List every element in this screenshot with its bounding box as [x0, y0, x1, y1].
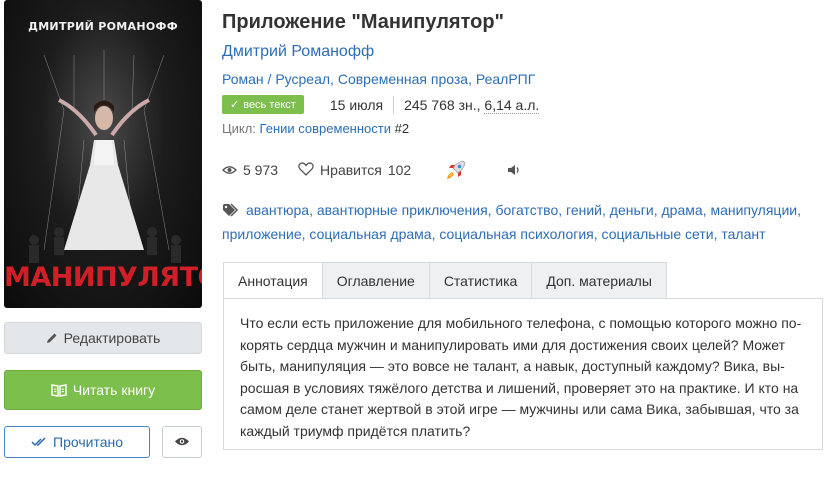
tab-contents[interactable]: Оглавление: [322, 262, 430, 299]
cycle-link[interactable]: Гении современности: [260, 121, 391, 136]
book-tabs: Аннотация Оглавление Статистика Доп. мат…: [223, 262, 667, 299]
tag-link[interactable]: гений: [566, 202, 602, 218]
genre-link[interactable]: Роман: [222, 71, 264, 87]
cycle-info: Цикл: Гении современности #2: [222, 121, 409, 136]
pencil-icon: [46, 332, 58, 344]
annotation-panel: Что если есть приложение для мобильного …: [223, 298, 823, 450]
genre-link[interactable]: РеалРПГ: [476, 71, 535, 87]
tag-link[interactable]: манипуляции: [710, 202, 797, 218]
views-count: 5 973: [243, 162, 279, 178]
edit-button[interactable]: Редактировать: [4, 322, 202, 354]
author-link[interactable]: Дмитрий Романофф: [222, 43, 374, 61]
tag-link[interactable]: авантюра: [246, 202, 309, 218]
cycle-number: #2: [394, 121, 410, 136]
annotation-text: Что если есть приложение для мобильного …: [240, 315, 802, 439]
status-badge-label: весь текст: [243, 98, 296, 111]
likes-label: Нравится: [320, 162, 382, 178]
size-al: 6,14 а.л.: [484, 96, 540, 114]
book-cover[interactable]: ДМИТРИЙ РОМАНОФФ МАНИПУЛЯТОР: [4, 0, 202, 308]
edit-button-label: Редактировать: [63, 330, 161, 346]
tag-link[interactable]: приложение: [222, 226, 302, 242]
tag-link[interactable]: богатство: [495, 202, 558, 218]
mark-read-button[interactable]: Прочитано: [4, 426, 150, 458]
cover-title: МАНИПУЛЯТОР: [4, 262, 202, 293]
heart-icon: [298, 161, 320, 179]
status-badge: ✓ весь текст: [222, 95, 304, 114]
eye-icon: [222, 162, 243, 178]
book-open-icon: [51, 383, 67, 397]
likes-count: 102: [387, 162, 412, 178]
cover-author: ДМИТРИЙ РОМАНОФФ: [28, 20, 178, 33]
read-book-button-label: Читать книгу: [72, 382, 156, 398]
tag-link[interactable]: социальная драма: [309, 226, 431, 242]
tag-link[interactable]: талант: [721, 226, 765, 242]
tag-link[interactable]: драма: [662, 202, 703, 218]
tags-icon: [222, 201, 242, 223]
size-chars: 245 768 зн.,: [404, 96, 481, 113]
watch-button[interactable]: [162, 426, 202, 458]
tag-list: авантюра, авантюрные приключения, богатс…: [222, 201, 801, 242]
cycle-label: Цикл:: [222, 121, 256, 136]
tab-statistics[interactable]: Статистика: [429, 262, 533, 299]
double-check-icon: [31, 437, 47, 447]
book-size: 245 768 зн., 6,14 а.л.: [394, 96, 540, 114]
genre-list: Роман / Русреал, Современная проза, Реал…: [222, 71, 536, 87]
check-icon: ✓: [230, 99, 240, 111]
mark-read-button-label: Прочитано: [53, 434, 123, 450]
tag-link[interactable]: авантюрные приключения: [317, 202, 488, 218]
genre-link[interactable]: Русреал: [275, 71, 330, 87]
book-title: Приложение "Манипулятор": [222, 11, 505, 33]
publish-date: 15 июля: [322, 95, 395, 114]
tag-link[interactable]: социальные сети: [602, 226, 714, 242]
genre-link[interactable]: Современная проза: [338, 71, 468, 87]
tag-link[interactable]: социальная психология: [439, 226, 593, 242]
tag-link[interactable]: деньги: [610, 202, 654, 218]
tab-extras[interactable]: Доп. материалы: [532, 262, 667, 299]
rocket-icon[interactable]: [445, 159, 473, 181]
read-book-button[interactable]: Читать книгу: [4, 370, 202, 410]
tab-annotation[interactable]: Аннотация: [223, 262, 323, 299]
views-stat: 5 973: [222, 162, 278, 178]
stats-row: 5 973 Нравится 102: [222, 159, 547, 181]
speaker-icon[interactable]: [507, 164, 527, 176]
eye-icon: [174, 434, 190, 450]
like-button[interactable]: Нравится 102: [298, 161, 412, 179]
book-meta: ✓ весь текст 15 июля 245 768 зн., 6,14 а…: [222, 95, 540, 114]
